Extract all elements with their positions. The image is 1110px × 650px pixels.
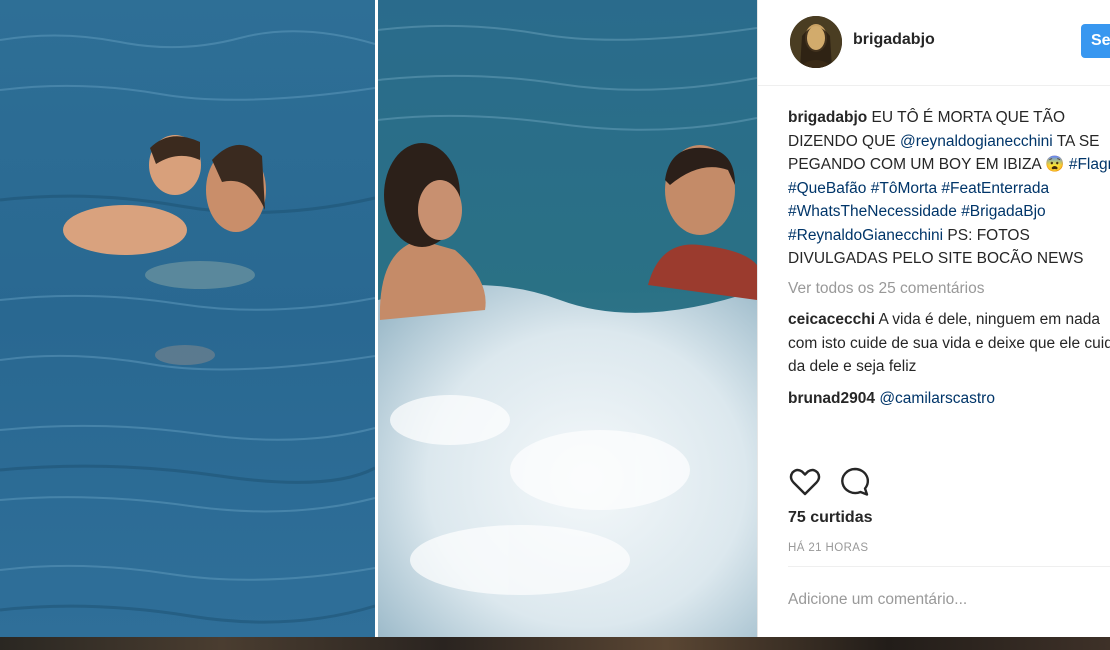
comment-author[interactable]: ceicacecchi [788,311,875,328]
comment-icon[interactable] [838,465,872,499]
hashtag-link[interactable]: #Flagra [1069,156,1110,173]
avatar-image [790,16,842,68]
caption-author[interactable]: brigadabjo [788,109,867,126]
follow-button[interactable]: Se [1081,24,1110,58]
post-username[interactable]: brigadabjo [853,31,935,49]
comment-author[interactable]: brunad2904 [788,390,875,407]
hashtag-link[interactable]: #FeatEnterrada [941,180,1049,197]
beach-photo-image [0,0,757,637]
comments-area: brigadabjo EU TÔ É MORTA QUE TÃO DIZENDO… [788,106,1110,454]
view-all-comments-link[interactable]: Ver todos os 25 comentários [788,277,1110,301]
post-caption: brigadabjo EU TÔ É MORTA QUE TÃO DIZENDO… [788,106,1110,271]
instagram-post-screenshot: brigadabjo Se brigadabjo EU TÔ É MORTA Q… [0,0,1110,650]
post-timestamp: HÁ 21 HORAS [788,542,869,554]
comment-item: ceicacecchi A vida é dele, ninguem em na… [788,308,1110,379]
page-bottom-strip [0,637,1110,650]
comment-mention[interactable]: @camilarscastro [875,390,995,407]
post-header: brigadabjo Se [758,0,1110,86]
likes-count[interactable]: 75 curtidas [788,509,872,527]
hashtag-link[interactable]: #ReynaldoGianecchini [788,227,943,244]
hashtag-link[interactable]: #BrigadaBjo [961,203,1045,220]
heart-icon[interactable] [788,465,822,499]
post-sidebar: brigadabjo Se brigadabjo EU TÔ É MORTA Q… [757,0,1110,637]
hashtag-link[interactable]: #QueBafão [788,180,866,197]
comment-item: brunad2904 @camilarscastro [788,387,1110,411]
post-photo[interactable] [0,0,757,637]
hashtag-link[interactable]: #WhatsTheNecessidade [788,203,957,220]
avatar[interactable] [790,16,842,68]
add-comment-bar [788,566,1110,637]
caption-mention[interactable]: @reynaldogianecchini [900,133,1053,150]
add-comment-input[interactable] [788,591,1088,609]
hashtag-link[interactable]: #TôMorta [871,180,937,197]
